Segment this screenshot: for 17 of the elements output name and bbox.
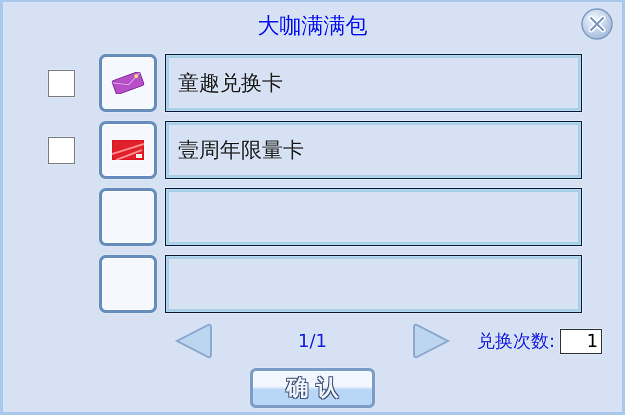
close-icon[interactable] [581,8,613,40]
item-name: 童趣兑换卡 [178,70,283,97]
item-slot[interactable] [99,255,157,313]
checkbox[interactable] [48,70,75,96]
item-name: 壹周年限量卡 [178,137,304,164]
next-arrow-icon[interactable] [413,323,450,359]
item-slot[interactable] [99,188,157,246]
card-icon [112,140,144,160]
exchange-count-field[interactable]: 1 [560,328,602,354]
window-title: 大咖满满包 [258,13,368,41]
item-slot[interactable] [99,54,157,112]
item-slot[interactable] [99,121,157,179]
exchange-count-label: 兑换次数: [477,330,556,353]
confirm-button[interactable]: 确 认 [250,368,375,408]
previous-arrow-icon[interactable] [175,323,212,359]
page-indicator: 1/1 [297,330,328,352]
checkbox[interactable] [48,136,75,164]
